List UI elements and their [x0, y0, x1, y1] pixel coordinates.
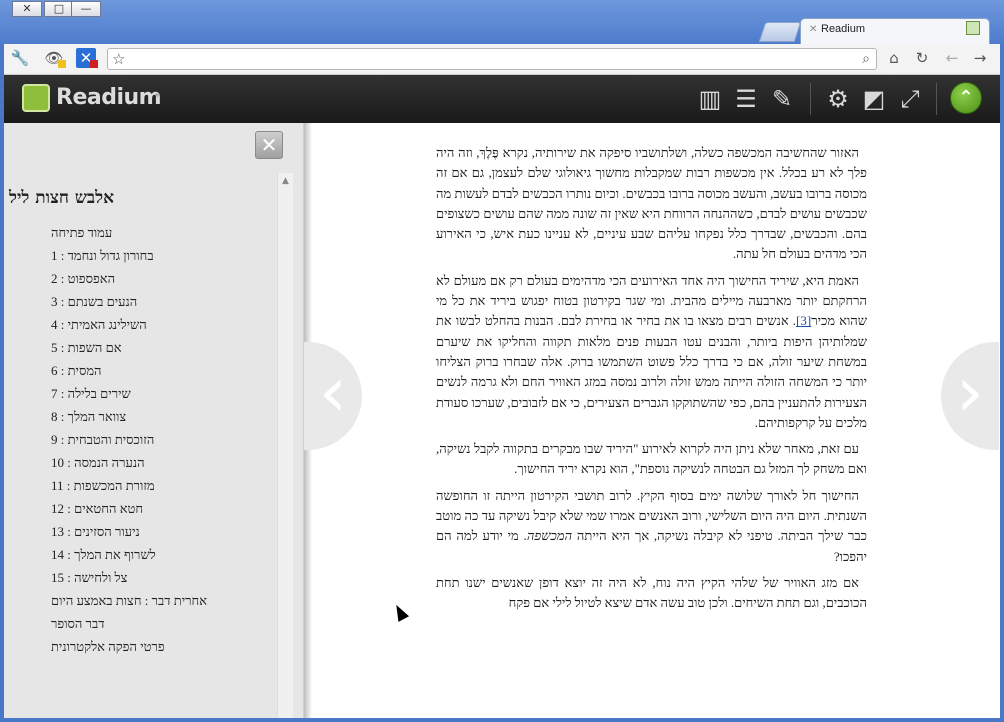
toc-panel: ✕ אלבש חצות ליל עמוד פתיחה בחורון גדול ו… — [4, 123, 304, 718]
header-divider — [936, 83, 937, 115]
paragraph: אם מזג האוויר של שלהי הקיץ היה נוח, לא ה… — [436, 574, 867, 611]
previous-page-button[interactable]: ‹ — [304, 342, 362, 450]
header-divider — [810, 83, 811, 115]
close-icon[interactable]: ✕ — [255, 131, 283, 159]
reload-icon[interactable]: ↻ — [912, 48, 932, 68]
contrast-icon[interactable]: ◩ — [860, 85, 888, 113]
warning-badge-icon — [58, 60, 66, 68]
scroll-up-icon[interactable]: ▲ — [278, 173, 293, 189]
toc-item[interactable]: צל ולחישה : 15 — [51, 570, 127, 586]
reader-content: ✕ אלבש חצות ליל עמוד פתיחה בחורון גדול ו… — [4, 123, 1000, 718]
readium-extension-icon[interactable] — [966, 21, 980, 35]
readium-logo-text[interactable]: Readium — [56, 85, 162, 110]
notes-icon[interactable]: ✎ — [768, 85, 796, 113]
emphasis-text: המכשפה — [526, 528, 573, 544]
tab-close-icon[interactable]: ✕ — [809, 24, 817, 35]
toc-item[interactable]: אם השפות : 5 — [51, 340, 122, 356]
window-close-button[interactable]: ✕ — [12, 1, 42, 17]
paragraph: האמת היא, שיריד החישוך היה אחד האירועים … — [436, 271, 867, 433]
toc-title: אלבש חצות ליל — [9, 188, 114, 208]
footnote-link[interactable]: [3] — [796, 313, 811, 328]
toc-item[interactable]: הזוכסית והטבחית : 9 — [51, 432, 154, 448]
toc-icon[interactable]: ☰ — [732, 85, 760, 113]
next-page-button[interactable]: › — [941, 342, 999, 450]
extension-blue-icon[interactable]: ✕ — [76, 48, 98, 68]
toc-item[interactable]: עמוד פתיחה — [51, 225, 112, 241]
toc-item[interactable]: בחורון גדול ונחמד : 1 — [51, 248, 154, 264]
toc-item[interactable]: אחרית דבר : חצות באמצע היום — [51, 593, 207, 609]
paragraph: עם זאת, מאחר שלא ניתן היה לקרוא לאירוע "… — [436, 441, 867, 477]
star-icon[interactable]: ☆ — [112, 49, 125, 69]
toc-item[interactable]: ניעור הסזינים : 13 — [51, 524, 140, 540]
readium-logo-icon[interactable] — [22, 84, 50, 112]
title-bar: ✕ □ — ✕ Readium — [0, 0, 1004, 44]
search-icon[interactable]: ⌕ — [862, 49, 870, 69]
address-bar[interactable]: ☆ ⌕ — [107, 48, 877, 70]
toc-item[interactable]: הנערה הנמסה : 10 — [51, 455, 145, 471]
forward-icon[interactable]: → — [970, 48, 990, 68]
readium-header: Readium ▾ ▥ ☰ ✎ ⚙ ◩ ⤢ ⌃ — [4, 75, 1000, 123]
browser-toolbar: 🔧 👁 ✕ ☆ ⌕ ⌂ ↻ ← → — [4, 44, 1000, 75]
library-icon[interactable]: ▥ — [696, 85, 724, 113]
toc-item[interactable]: השילינג האמיתי : 4 — [51, 317, 147, 333]
toc-item[interactable]: צוואר המלך : 8 — [51, 409, 126, 425]
toc-item[interactable]: חטא החטאים : 12 — [51, 501, 143, 517]
chevron-up-icon[interactable]: ⌃ — [950, 82, 982, 114]
fullscreen-icon[interactable]: ⤢ — [896, 85, 924, 113]
toc-scrollbar[interactable]: ▲ — [277, 173, 293, 718]
paragraph-text: . אנשים רבים מצאו בו את בחיר או בחירת לב… — [436, 313, 867, 430]
extension-eyes-icon[interactable]: 👁 — [44, 48, 66, 68]
toc-item[interactable]: הנעים בשנתם : 3 — [51, 294, 137, 310]
toc-item[interactable]: מזורת המכשפות : 11 — [51, 478, 155, 494]
home-icon[interactable]: ⌂ — [884, 48, 904, 68]
tab-title: Readium — [821, 23, 866, 35]
toc-item[interactable]: המסית : 6 — [51, 363, 102, 379]
toc-item[interactable]: שירים בלילה : 7 — [51, 386, 131, 402]
paragraph: החישוך חל לאורך שלושה ימים בסוף הקיץ. לר… — [436, 486, 867, 567]
toc-item[interactable]: האפספוט : 2 — [51, 271, 115, 287]
chevron-down-icon[interactable]: ▾ — [155, 91, 160, 101]
book-page: האזור שהחשיבה המכשפה כשלה, ושלתושביו סיפ… — [436, 143, 867, 620]
gear-icon[interactable]: ⚙ — [824, 85, 852, 113]
wrench-icon[interactable]: 🔧 — [10, 48, 30, 68]
toc-item[interactable]: דבר הסופר — [51, 616, 105, 632]
toc-list: אלבש חצות ליל עמוד פתיחה בחורון גדול ונח… — [4, 173, 276, 718]
window-maximize-button[interactable]: □ — [44, 1, 74, 17]
error-badge-icon — [90, 60, 98, 68]
paragraph: האזור שהחשיבה המכשפה כשלה, ושלתושביו סיפ… — [436, 145, 867, 262]
back-icon[interactable]: ← — [942, 48, 962, 68]
new-tab-button[interactable] — [758, 22, 802, 42]
toc-item[interactable]: פרטי הפקה אלקטרונית — [51, 639, 165, 655]
toc-item[interactable]: לשרוף את המלך : 14 — [51, 547, 156, 563]
window-minimize-button[interactable]: — — [71, 1, 101, 17]
tab-readium[interactable]: ✕ Readium — [800, 18, 990, 44]
